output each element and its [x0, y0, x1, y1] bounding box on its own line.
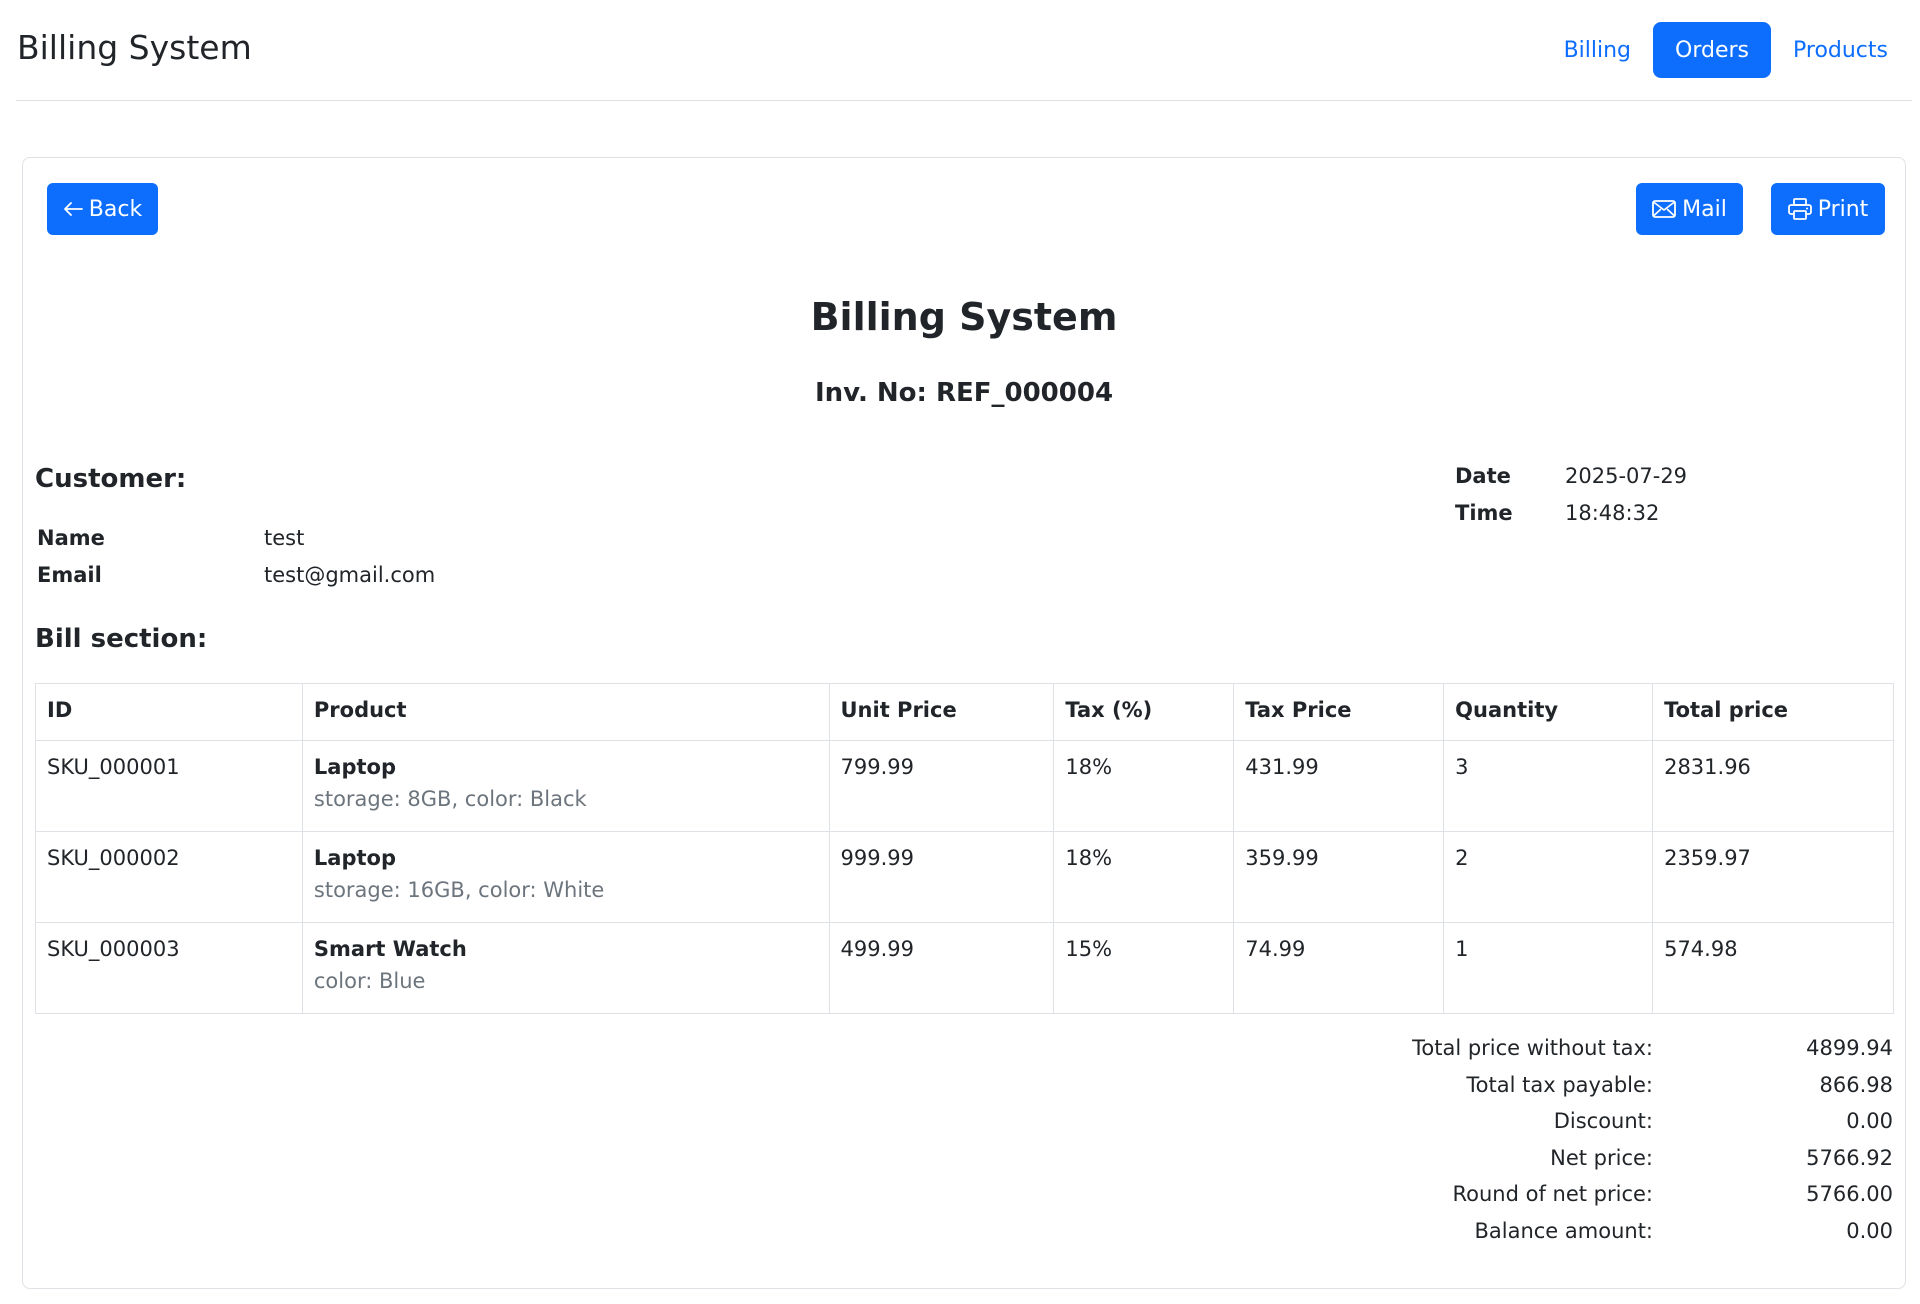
- cell-tax-percent: 18%: [1053, 831, 1235, 923]
- total-without-tax-label: Total price without tax:: [1412, 1036, 1653, 1060]
- mail-button-label: Mail: [1682, 196, 1727, 222]
- cell-quantity: 3: [1443, 740, 1654, 832]
- balance-amount-label: Balance amount:: [1474, 1218, 1653, 1243]
- print-button-label: Print: [1817, 196, 1869, 222]
- cell-tax-percent: 15%: [1053, 922, 1235, 1014]
- product-name: Smart Watch: [313, 937, 467, 961]
- invoice-number-label: Inv. No:: [814, 378, 936, 408]
- cell-id: SKU_000003: [35, 922, 303, 1014]
- customer-heading: Customer:: [35, 464, 187, 494]
- nav-link-products[interactable]: Products: [1771, 22, 1910, 78]
- navbar: Billing System Billing Orders Products: [16, 0, 1912, 101]
- back-button[interactable]: Back: [47, 183, 158, 235]
- product-name: Laptop: [313, 755, 396, 779]
- arrow-left-icon: [63, 201, 83, 217]
- total-tax-label: Total tax payable:: [1466, 1072, 1653, 1097]
- time-row: Time 18:48:32: [1455, 501, 1755, 531]
- total-tax-row: Total tax payable: 866.98: [1193, 1073, 1893, 1110]
- total-without-tax-value: 4899.94: [1806, 1036, 1893, 1060]
- invoice-title: Billing System: [810, 295, 1118, 339]
- customer-name-row: Name test: [37, 526, 637, 556]
- totals-summary: Total price without tax: 4899.94 Total t…: [1193, 1036, 1893, 1255]
- product-name: Laptop: [313, 846, 396, 870]
- cell-total-price: 2359.97: [1652, 831, 1894, 923]
- column-header-unit-price: Unit Price: [828, 683, 1055, 741]
- balance-amount-row: Balance amount: 0.00: [1193, 1219, 1893, 1256]
- cell-total-price: 574.98: [1652, 922, 1894, 1014]
- printer-icon: [1787, 198, 1812, 220]
- date-row: Date 2025-07-29: [1455, 464, 1755, 494]
- customer-email-label: Email: [37, 563, 102, 587]
- discount-value: 0.00: [1846, 1109, 1893, 1133]
- net-price-label: Net price:: [1550, 1145, 1653, 1170]
- total-tax-value: 866.98: [1819, 1072, 1893, 1097]
- date-label: Date: [1455, 464, 1511, 488]
- invoice-meta: Date 2025-07-29 Time 18:48:32: [1455, 464, 1755, 544]
- column-header-tax-percent: Tax (%): [1053, 683, 1235, 741]
- cell-unit-price: 999.99: [828, 831, 1055, 923]
- rounded-net-price-label: Round of net price:: [1452, 1182, 1653, 1206]
- product-attributes: storage: 8GB, color: Black: [313, 787, 587, 811]
- nav-link-billing[interactable]: Billing: [1542, 22, 1653, 78]
- cell-unit-price: 799.99: [828, 740, 1055, 832]
- net-price-row: Net price: 5766.92: [1193, 1146, 1893, 1183]
- product-attributes: color: Blue: [313, 969, 426, 993]
- invoice-number-value: REF_000004: [935, 378, 1114, 408]
- bill-table: ID Product Unit Price Tax (%) Tax Price …: [35, 683, 1894, 1014]
- table-row: SKU_000002 Laptop storage: 16GB, color: …: [35, 831, 1894, 923]
- date-value: 2025-07-29: [1565, 464, 1688, 488]
- time-value: 18:48:32: [1565, 501, 1660, 525]
- column-header-tax-price: Tax Price: [1233, 683, 1445, 741]
- print-button[interactable]: Print: [1771, 183, 1885, 235]
- back-button-label: Back: [88, 196, 143, 222]
- cell-quantity: 2: [1443, 831, 1654, 923]
- rounded-net-price-row: Round of net price: 5766.00: [1193, 1182, 1893, 1219]
- column-header-product: Product: [301, 683, 830, 741]
- column-header-total-price: Total price: [1652, 683, 1894, 741]
- cell-tax-price: 359.99: [1233, 831, 1445, 923]
- customer-email-value: test@gmail.com: [264, 563, 436, 587]
- column-header-id: ID: [35, 683, 303, 741]
- cell-tax-price: 431.99: [1233, 740, 1445, 832]
- customer-details: Name test Email test@gmail.com: [37, 526, 637, 606]
- customer-name-value: test: [264, 526, 305, 550]
- cell-tax-price: 74.99: [1233, 922, 1445, 1014]
- cell-product: Laptop storage: 8GB, color: Black: [301, 740, 830, 832]
- total-without-tax-row: Total price without tax: 4899.94: [1193, 1036, 1893, 1073]
- cell-id: SKU_000001: [35, 740, 303, 832]
- rounded-net-price-value: 5766.00: [1806, 1182, 1893, 1206]
- table-row: SKU_000001 Laptop storage: 8GB, color: B…: [35, 740, 1894, 832]
- discount-row: Discount: 0.00: [1193, 1109, 1893, 1146]
- invoice-card: Back Mail Print Billing System Inv. No: …: [22, 157, 1906, 1289]
- cell-id: SKU_000002: [35, 831, 303, 923]
- balance-amount-value: 0.00: [1846, 1218, 1893, 1243]
- customer-name-label: Name: [37, 526, 105, 550]
- nav-link-orders[interactable]: Orders: [1653, 22, 1771, 78]
- discount-label: Discount:: [1553, 1109, 1653, 1133]
- table-row: SKU_000003 Smart Watch color: Blue 499.9…: [35, 922, 1894, 1014]
- cell-quantity: 1: [1443, 922, 1654, 1014]
- navbar-brand[interactable]: Billing System: [17, 28, 252, 67]
- mail-button[interactable]: Mail: [1636, 183, 1743, 235]
- time-label: Time: [1455, 501, 1513, 525]
- cell-product: Laptop storage: 16GB, color: White: [301, 831, 830, 923]
- cell-tax-percent: 18%: [1053, 740, 1235, 832]
- cell-total-price: 2831.96: [1652, 740, 1894, 832]
- bill-heading: Bill section:: [35, 624, 208, 654]
- net-price-value: 5766.92: [1806, 1145, 1893, 1170]
- table-header-row: ID Product Unit Price Tax (%) Tax Price …: [35, 683, 1894, 741]
- nav-links: Billing Orders Products: [1542, 22, 1910, 78]
- customer-email-row: Email test@gmail.com: [37, 563, 637, 593]
- product-attributes: storage: 16GB, color: White: [313, 878, 605, 902]
- invoice-number: Inv. No: REF_000004: [23, 378, 1905, 408]
- column-header-quantity: Quantity: [1443, 683, 1654, 741]
- envelope-icon: [1652, 200, 1677, 218]
- cell-product: Smart Watch color: Blue: [301, 922, 830, 1014]
- cell-unit-price: 499.99: [828, 922, 1055, 1014]
